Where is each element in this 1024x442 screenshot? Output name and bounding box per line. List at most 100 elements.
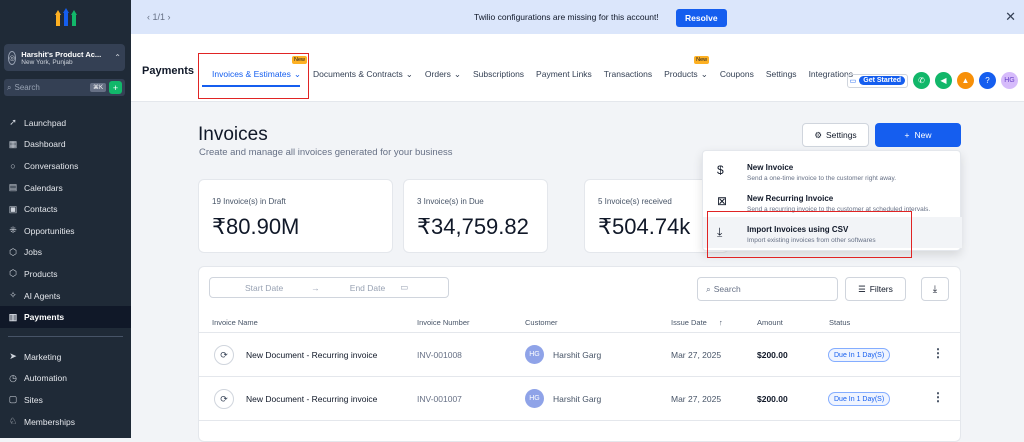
close-icon[interactable]: ✕ (1005, 9, 1016, 25)
sidebar-item-payments[interactable]: ▥ Payments (0, 306, 131, 328)
twilio-banner: ‹ 1/1 › Twilio configurations are missin… (131, 0, 1024, 34)
grid-icon: ▦ (8, 138, 18, 149)
tab-documents-contracts[interactable]: Documents & Contracts ⌄ (307, 67, 419, 81)
sidebar-divider (8, 336, 123, 337)
menu-item-new-invoice[interactable]: $ New Invoice Send a one-time invoice to… (703, 155, 962, 186)
rocket-icon: ➚ (9, 117, 17, 128)
sort-arrow-icon[interactable]: ↑ (719, 318, 723, 327)
contacts-icon: ▣ (8, 203, 18, 214)
sites-icon: ▢ (8, 394, 18, 405)
section-title: Payments (142, 65, 194, 77)
sidebar-item-automation[interactable]: ◷ Automation (0, 368, 131, 390)
app-logo[interactable] (0, 0, 131, 34)
banner-pager[interactable]: ‹ 1/1 › (147, 12, 171, 22)
gear-icon: ⚙ (814, 129, 822, 140)
box-icon: ⬡ (9, 268, 17, 279)
chevron-down-icon: ⌄ (700, 68, 708, 79)
sidebar-item-calendars[interactable]: ▤ Calendars (0, 177, 131, 199)
account-switcher[interactable]: ◎ Harshit's Product Ac... New York, Punj… (4, 44, 125, 71)
plus-icon: + (904, 130, 910, 140)
opportunities-icon: ⁜ (9, 225, 17, 236)
new-button[interactable]: + New (875, 123, 961, 147)
filters-button[interactable]: ☰ Filters (845, 277, 906, 301)
sidebar-item-sites[interactable]: ▢ Sites (0, 389, 131, 411)
tab-payment-links[interactable]: Payment Links (530, 67, 598, 81)
megaphone-icon[interactable]: ◀ (935, 72, 952, 89)
search-icon: ⌕ (7, 82, 12, 92)
tab-settings[interactable]: Settings (760, 67, 803, 81)
account-name: Harshit's Product Ac... (21, 49, 102, 59)
search-icon: ⌕ (706, 283, 711, 294)
chat-icon: ○ (10, 160, 16, 171)
badge-icon: ♘ (8, 416, 18, 427)
calendar-icon: ▭ (400, 282, 409, 292)
invoice-table: Start Date → End Date ▭ ⌕ Search ☰ Filters… (198, 266, 961, 442)
recurring-icon: ⟳ (214, 389, 234, 409)
sidebar-item-ai-agents[interactable]: ✧ AI Agents (0, 285, 131, 307)
header-actions: ▭ Get Started ✆ ◀ ▲ ? HG (846, 72, 1018, 89)
tab-coupons[interactable]: Coupons (714, 67, 760, 81)
dollar-icon: $ (717, 163, 724, 177)
download-icon[interactable]: ⤓ (921, 277, 949, 301)
tab-transactions[interactable]: Transactions (598, 67, 658, 81)
col-amount[interactable]: Amount (757, 318, 783, 327)
chevron-down-icon: ⌄ (405, 68, 413, 79)
card-icon: ▭ (849, 77, 857, 85)
sidebar-item-memberships[interactable]: ♘ Memberships (0, 411, 131, 433)
new-badge: New (694, 56, 710, 64)
page-title: Invoices (198, 124, 268, 145)
stat-card-draft: 19 Invoice(s) in Draft ₹80.90M (198, 179, 393, 253)
calendar-icon: ▤ (8, 182, 18, 193)
banner-message: Twilio configurations are missing for th… (474, 12, 659, 22)
sidebar-item-jobs[interactable]: ⬡ Jobs (0, 242, 131, 264)
table-row[interactable]: ⟳ New Document - Recurring invoice INV-0… (199, 377, 960, 421)
sparkle-icon: ✧ (9, 290, 17, 301)
filter-icon: ☰ (858, 283, 866, 294)
sidebar-item-products[interactable]: ⬡ Products (0, 263, 131, 285)
date-range-picker[interactable]: Start Date → End Date ▭ (209, 277, 449, 298)
chevron-down-icon: ⌄ (453, 68, 462, 79)
sidebar-item-contacts[interactable]: ▣ Contacts (0, 198, 131, 220)
more-icon[interactable]: ⋮ (932, 390, 944, 404)
send-icon: ➤ (9, 351, 17, 362)
sidebar-item-launchpad[interactable]: ➚ Launchpad (0, 112, 131, 134)
sidebar-item-dashboard[interactable]: ▦ Dashboard (0, 134, 131, 156)
account-location: New York, Punjab (21, 58, 73, 66)
help-icon[interactable]: ? (979, 72, 996, 89)
more-icon[interactable]: ⋮ (932, 346, 944, 360)
col-customer[interactable]: Customer (525, 318, 558, 327)
phone-icon[interactable]: ✆ (913, 72, 930, 89)
arrow-right-icon: → (311, 282, 320, 293)
logo-icon (54, 8, 77, 26)
tab-products[interactable]: New Products ⌄ (658, 56, 714, 81)
col-status[interactable]: Status (829, 318, 850, 327)
recurring-icon: ⊠ (717, 194, 728, 208)
sidebar-item-marketing[interactable]: ➤ Marketing (0, 346, 131, 368)
avatar: HG (525, 345, 544, 364)
sidebar-item-opportunities[interactable]: ⁜ Opportunities (0, 220, 131, 242)
avatar[interactable]: HG (1001, 72, 1018, 89)
table-row[interactable]: ⟳ New Document - Recurring invoice INV-0… (199, 333, 960, 377)
sidebar-item-conversations[interactable]: ○ Conversations (0, 155, 131, 177)
table-search-input[interactable]: ⌕ Search (697, 277, 838, 301)
sidebar-search[interactable]: ⌕ Search ⌘K + (4, 79, 125, 96)
box-icon: ⬡ (9, 246, 17, 257)
get-started-button[interactable]: ▭ Get Started (846, 73, 908, 88)
bell-icon[interactable]: ▲ (957, 72, 974, 89)
shortcut-badge: ⌘K (89, 83, 106, 92)
tab-orders[interactable]: Orders ⌄ (419, 67, 467, 81)
chevron-updown-icon: ⌃ (114, 53, 121, 62)
automation-icon: ◷ (9, 372, 17, 383)
page-subtitle: Create and manage all invoices generated… (199, 147, 453, 158)
avatar: HG (525, 389, 544, 408)
quick-add-icon[interactable]: + (109, 81, 122, 94)
settings-button[interactable]: ⚙ Settings (802, 123, 869, 147)
col-invoice-number[interactable]: Invoice Number (417, 318, 470, 327)
location-icon: ◎ (8, 50, 17, 65)
resolve-button[interactable]: Resolve (676, 9, 727, 27)
tab-subscriptions[interactable]: Subscriptions (467, 67, 530, 81)
recurring-icon: ⟳ (214, 345, 234, 365)
col-issue-date[interactable]: Issue Date (671, 318, 707, 327)
status-badge: Due In 1 Day(S) (828, 348, 891, 362)
col-invoice-name[interactable]: Invoice Name (212, 318, 258, 327)
